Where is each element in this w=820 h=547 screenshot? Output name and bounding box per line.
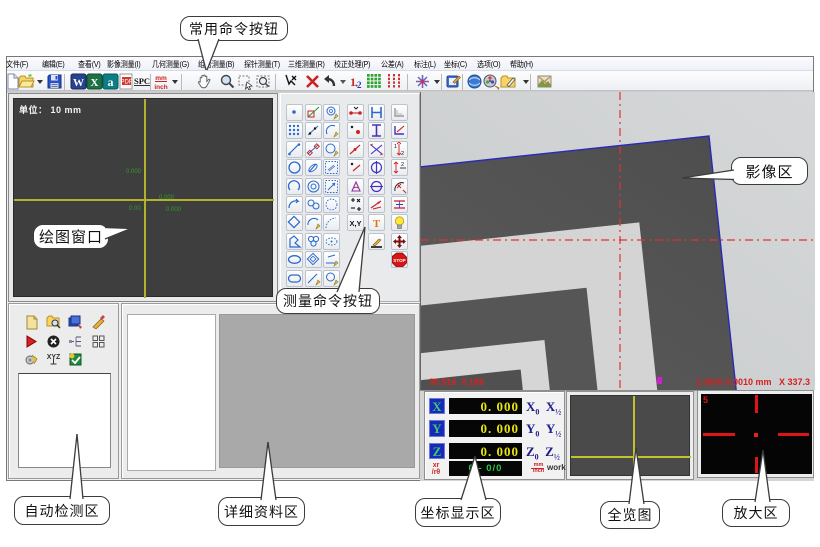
svg-text:X: X <box>91 77 99 89</box>
svg-text:1: 1 <box>350 75 356 89</box>
svg-text:2: 2 <box>357 80 362 90</box>
svg-text:1: 1 <box>394 144 397 150</box>
svg-text:2: 2 <box>401 151 404 157</box>
svg-text:STOP: STOP <box>393 258 405 263</box>
svg-text:2: 2 <box>401 162 404 168</box>
svg-text:30.516 0.186: 30.516 0.186 <box>429 377 484 387</box>
svg-text:PDF: PDF <box>121 80 133 86</box>
svg-text:W: W <box>73 77 84 89</box>
svg-text:T: T <box>373 218 381 230</box>
svg-text:⌀: ⌀ <box>377 200 380 206</box>
svg-text:mm: mm <box>155 75 167 82</box>
svg-text:1.0000 0.0010 mm X 337.3: 1.0000 0.0010 mm X 337.3 <box>695 377 810 387</box>
svg-text:inch: inch <box>154 84 167 90</box>
svg-text:SPC: SPC <box>134 76 150 86</box>
svg-text:a: a <box>108 75 114 89</box>
